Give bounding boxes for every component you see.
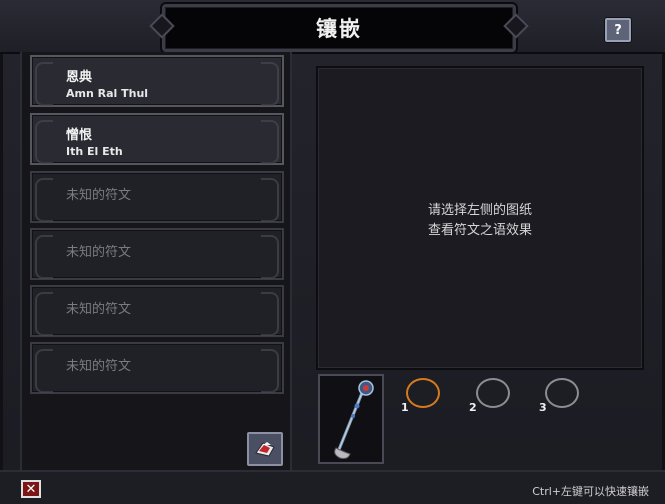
ornament-left	[35, 292, 53, 336]
rune-craft-icon	[255, 442, 275, 457]
ornament-left	[35, 62, 53, 106]
ornament-right	[261, 349, 279, 393]
staff-icon	[334, 380, 374, 459]
ornament-right	[261, 292, 279, 336]
shortcut-hint: Ctrl+左键可以快速镶嵌	[532, 485, 649, 498]
recipe-name: 未知的符文	[66, 245, 132, 260]
recipe-item-unknown[interactable]: 未知的符文	[30, 228, 284, 280]
help-button[interactable]: ?	[605, 18, 631, 42]
info-line-2: 查看符文之语效果	[427, 223, 532, 238]
recipe-item[interactable]: 憎恨 Ith El Eth	[30, 113, 284, 165]
recipe-name: 未知的符文	[66, 359, 132, 374]
ornament-left	[35, 178, 53, 222]
ornament-left	[35, 235, 53, 279]
close-button[interactable]: ✕	[21, 480, 41, 498]
socket-3[interactable]	[545, 378, 579, 408]
socket-1[interactable]	[406, 378, 440, 408]
runeword-info-panel: 请选择左侧的图纸 查看符文之语效果	[316, 66, 644, 370]
ornament-right	[261, 120, 279, 164]
help-icon: ?	[614, 22, 622, 38]
socket-number: 3	[539, 401, 547, 414]
recipe-runes: Ith El Eth	[66, 145, 123, 158]
ornament-right	[261, 235, 279, 279]
socket-number: 2	[469, 401, 477, 414]
recipe-name: 未知的符文	[66, 302, 132, 317]
ornament-right	[261, 62, 279, 106]
ornament-left	[35, 349, 53, 393]
craft-button[interactable]	[247, 432, 283, 466]
recipe-name: 恩典	[66, 70, 93, 85]
item-slot[interactable]	[318, 374, 384, 464]
window-title: 镶嵌	[316, 17, 362, 41]
title-plate: 镶嵌	[162, 4, 516, 52]
recipe-item-unknown[interactable]: 未知的符文	[30, 171, 284, 223]
recipe-item-unknown[interactable]: 未知的符文	[30, 285, 284, 337]
recipe-item-unknown[interactable]: 未知的符文	[30, 342, 284, 394]
close-icon: ✕	[25, 481, 37, 497]
recipe-item[interactable]: 恩典 Amn Ral Thul	[30, 55, 284, 107]
info-line-1: 请选择左侧的图纸	[427, 203, 532, 218]
ornament-right	[261, 178, 279, 222]
recipe-runes: Amn Ral Thul	[66, 87, 149, 100]
socket-number: 1	[401, 401, 409, 414]
recipe-list-panel: 恩典 Amn Ral Thul 憎恨 Ith El Eth 未知的符文 未知的符…	[20, 52, 292, 472]
recipe-name: 未知的符文	[66, 188, 132, 203]
socket-2[interactable]	[476, 378, 510, 408]
recipe-name: 憎恨	[66, 128, 93, 143]
ornament-left	[35, 120, 53, 164]
